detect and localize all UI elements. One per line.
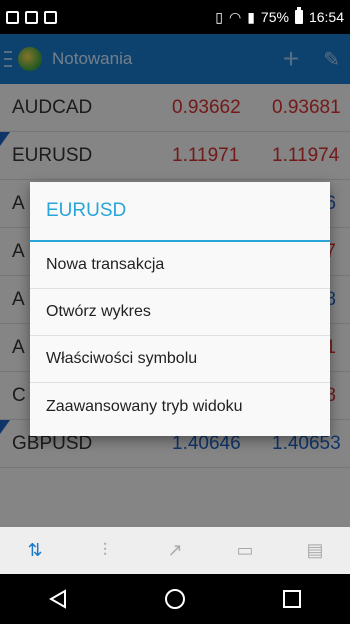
home-icon[interactable] [160, 584, 190, 614]
trade-icon[interactable]: ↗ [163, 540, 187, 561]
image-icon [6, 10, 19, 24]
calendar-icon [25, 10, 38, 24]
signal-icon: ▮ [247, 8, 255, 25]
quotes-icon[interactable]: ⇅ [23, 540, 47, 561]
wifi-icon: ◠ [228, 8, 242, 25]
history-icon[interactable]: ▭ [233, 540, 257, 561]
clipboard-icon [44, 10, 57, 24]
vibrate-icon: ▯ [215, 8, 223, 25]
bottom-tab-bar: ⇅ ⫶ ↗ ▭ ▤ [0, 527, 350, 574]
recents-icon[interactable] [277, 584, 307, 614]
battery-percent: 75% [260, 9, 289, 25]
symbol-context-dialog: EURUSD Nowa transakcja Otwórz wykres Wła… [30, 182, 330, 436]
news-icon[interactable]: ▤ [303, 540, 327, 561]
clock: 16:54 [308, 9, 344, 25]
battery-icon [294, 7, 303, 24]
dialog-title: EURUSD [30, 182, 330, 242]
symbol-properties-item[interactable]: Właściwości symbolu [30, 336, 330, 383]
advanced-view-item[interactable]: Zaawansowany tryb widoku [30, 383, 330, 430]
system-nav-bar [0, 574, 350, 624]
status-bar: ▯ ◠ ▮ 75% 16:54 [0, 0, 350, 34]
chart-icon[interactable]: ⫶ [93, 540, 117, 561]
open-chart-item[interactable]: Otwórz wykres [30, 289, 330, 336]
back-icon[interactable] [43, 584, 73, 614]
new-order-item[interactable]: Nowa transakcja [30, 242, 330, 289]
